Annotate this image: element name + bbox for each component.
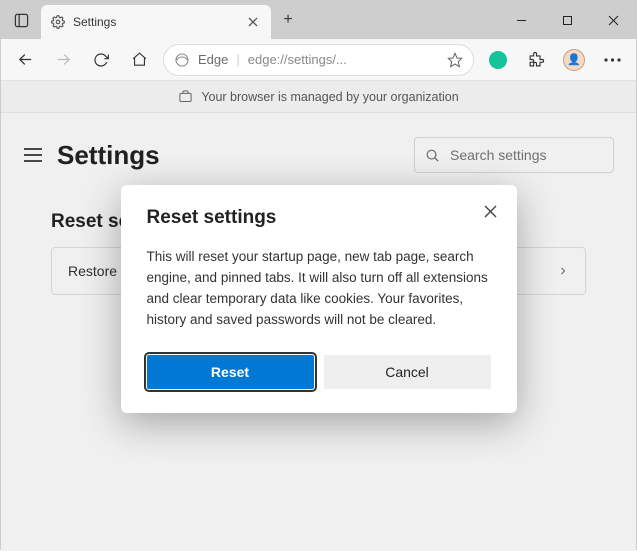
briefcase-icon bbox=[178, 89, 193, 104]
reset-button[interactable]: Reset bbox=[147, 355, 314, 389]
reset-settings-dialog: Reset settings This will reset your star… bbox=[121, 185, 517, 413]
tab-actions-icon[interactable] bbox=[1, 1, 41, 39]
modal-backdrop: Reset settings This will reset your star… bbox=[1, 113, 636, 551]
close-window-button[interactable] bbox=[590, 1, 636, 39]
profile-avatar[interactable]: 👤 bbox=[556, 42, 592, 78]
window-controls bbox=[498, 1, 636, 39]
forward-button[interactable] bbox=[45, 42, 81, 78]
address-prefix: Edge bbox=[198, 52, 228, 67]
managed-text: Your browser is managed by your organiza… bbox=[201, 90, 458, 104]
address-bar[interactable]: Edge | edge://settings/... bbox=[163, 44, 474, 76]
browser-tab[interactable]: Settings bbox=[41, 5, 271, 39]
more-menu-icon[interactable] bbox=[594, 42, 630, 78]
home-button[interactable] bbox=[121, 42, 157, 78]
new-tab-button[interactable]: + bbox=[271, 1, 305, 39]
dialog-body: This will reset your startup page, new t… bbox=[147, 247, 491, 331]
dialog-buttons: Reset Cancel bbox=[147, 355, 491, 389]
tab-title: Settings bbox=[73, 15, 237, 29]
maximize-button[interactable] bbox=[544, 1, 590, 39]
managed-banner: Your browser is managed by your organiza… bbox=[1, 81, 636, 113]
browser-toolbar: Edge | edge://settings/... 👤 bbox=[1, 39, 636, 81]
tab-close-icon[interactable] bbox=[245, 14, 261, 30]
dialog-title: Reset settings bbox=[147, 207, 491, 229]
cancel-button[interactable]: Cancel bbox=[324, 355, 491, 389]
gear-icon bbox=[51, 15, 65, 29]
edge-logo-icon bbox=[174, 52, 190, 68]
dialog-close-button[interactable] bbox=[479, 199, 503, 223]
grammarly-extension-icon[interactable] bbox=[480, 42, 516, 78]
extensions-icon[interactable] bbox=[518, 42, 554, 78]
refresh-button[interactable] bbox=[83, 42, 119, 78]
window-titlebar: Settings + bbox=[1, 1, 636, 39]
plus-icon: + bbox=[283, 11, 292, 29]
address-separator: | bbox=[236, 52, 239, 67]
favorite-star-icon[interactable] bbox=[447, 52, 463, 68]
settings-page: Settings Search settings Reset settings … bbox=[1, 113, 636, 551]
minimize-button[interactable] bbox=[498, 1, 544, 39]
titlebar-left: Settings + bbox=[1, 1, 305, 39]
back-button[interactable] bbox=[7, 42, 43, 78]
address-url: edge://settings/... bbox=[248, 52, 439, 67]
